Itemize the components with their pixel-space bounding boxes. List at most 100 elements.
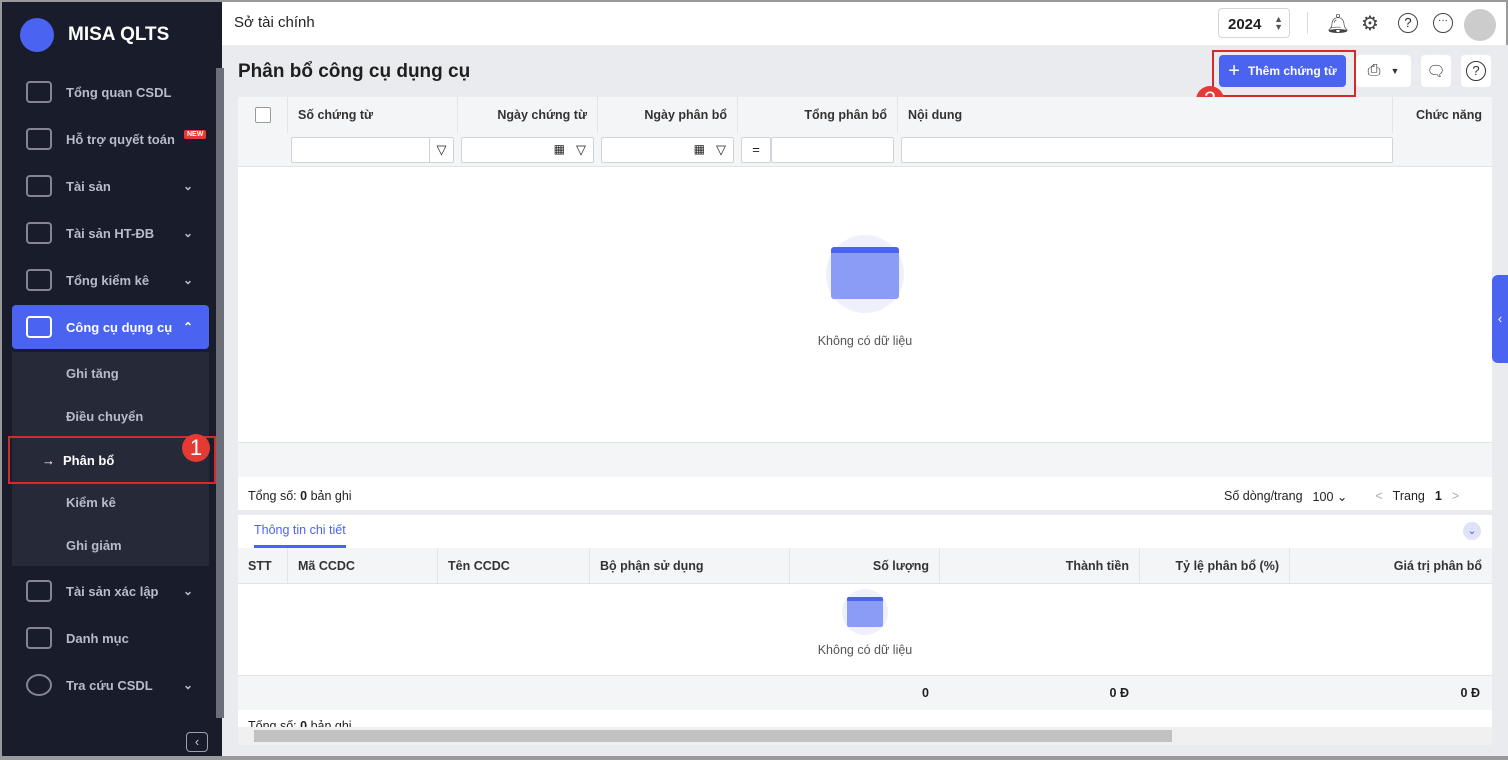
sidebar-item-overview[interactable]: Tổng quan CSDL: [12, 70, 209, 114]
house-car-icon: [26, 175, 52, 197]
next-page-icon[interactable]: >: [1452, 489, 1459, 504]
submenu-item-transfer[interactable]: Điều chuyển: [12, 395, 209, 438]
select-all-checkbox[interactable]: [254, 107, 271, 123]
sidebar-item-infrastructure[interactable]: Tài sản HT-ĐB ⌄: [12, 211, 209, 255]
label: Tổng số:: [248, 489, 297, 503]
submenu-item-check[interactable]: Kiểm kê: [12, 481, 209, 524]
logo-icon: [20, 18, 54, 52]
detail-summary-row: 0 0 Đ 0 Đ: [238, 675, 1492, 710]
divider: [1307, 12, 1308, 34]
empty-folder-icon: [826, 235, 904, 313]
list-icon: [26, 627, 52, 649]
paint-roller-icon: [26, 316, 52, 338]
col-voucher-date[interactable]: Ngày chứng từ: [458, 97, 598, 133]
tab-detail[interactable]: Thông tin chi tiết: [254, 523, 346, 548]
more-icon[interactable]: ···: [1433, 13, 1453, 33]
empty-message: Không có dữ liệu: [817, 334, 913, 348]
operator-select[interactable]: =: [741, 137, 771, 163]
page-number[interactable]: 1: [1435, 489, 1442, 504]
feedback-button[interactable]: 🗨︎: [1421, 55, 1451, 87]
label: Công cụ dụng cụ: [66, 319, 173, 335]
collapse-detail-icon[interactable]: ⌄: [1463, 522, 1481, 540]
app-name: MISA QLTS: [68, 24, 170, 45]
sidebar-item-catalog[interactable]: Danh mục: [12, 616, 209, 660]
calendar-icon[interactable]: ▦: [694, 142, 705, 156]
col-voucher-no[interactable]: Số chứng từ: [288, 97, 458, 133]
sidebar-item-lookup[interactable]: Tra cứu CSDL ⌄: [12, 663, 209, 707]
col-rate: Tỷ lệ phân bổ (%): [1140, 548, 1290, 584]
organization-name: Sở tài chính: [234, 14, 315, 31]
chevron-up-icon: ⌃: [182, 320, 193, 334]
empty-message: Không có dữ liệu: [817, 643, 913, 657]
top-header: Sở tài chính 2024 ▲ ▼ 🔔︎ ⚙ ? ···: [222, 0, 1508, 45]
page-help-button[interactable]: ?: [1461, 55, 1491, 87]
filter-icon[interactable]: ▽: [569, 138, 593, 162]
sidebar: MISA QLTS Tổng quan CSDL Hỗ trợ quyết to…: [0, 0, 224, 760]
calendar-icon[interactable]: ▦: [554, 142, 565, 156]
table-header: Số chứng từ Ngày chứng từ Ngày phân bổ T…: [238, 97, 1492, 167]
sidebar-item-settlement[interactable]: Hỗ trợ quyết toán: [12, 117, 209, 161]
filter-icon[interactable]: ▽: [429, 138, 453, 162]
arrow-right-icon: →: [42, 452, 55, 468]
add-voucher-button[interactable]: + Thêm chứng từ: [1219, 55, 1346, 87]
sidebar-item-tools[interactable]: Công cụ dụng cụ ⌃: [12, 305, 209, 349]
total-allocation-filter-input[interactable]: [771, 137, 894, 163]
submenu-item-increase[interactable]: Ghi tăng: [12, 352, 209, 395]
col-allocation-date[interactable]: Ngày phân bổ: [598, 97, 738, 133]
count: 0: [300, 489, 308, 503]
annotation-1: 1: [182, 434, 210, 462]
voucher-no-filter-input[interactable]: ▽: [291, 137, 454, 163]
collapse-sidebar-button[interactable]: ‹: [186, 732, 208, 752]
document-check-icon: [26, 269, 52, 291]
road-icon: [26, 222, 52, 244]
plus-icon: +: [1228, 59, 1240, 82]
sidebar-item-inventory[interactable]: Tổng kiểm kê ⌄: [12, 258, 209, 302]
help-icon[interactable]: ?: [1398, 13, 1418, 33]
col-total-allocation[interactable]: Tổng phân bổ: [738, 97, 898, 133]
house-car-icon: [26, 580, 52, 602]
bell-icon[interactable]: 🔔︎: [1326, 12, 1350, 36]
sidebar-scrollbar[interactable]: [216, 68, 224, 718]
rows-label: Số dòng/trang: [1224, 489, 1303, 503]
sidebar-item-assets[interactable]: Tài sản ⌄: [12, 164, 209, 208]
new-badge: NEW: [184, 130, 207, 139]
total-records: Tổng số: 0 bản ghi: [248, 489, 352, 503]
print-button[interactable]: ⎙ ▼: [1356, 55, 1411, 87]
sidebar-item-established[interactable]: Tài sản xác lập ⌄: [12, 569, 209, 613]
label: Hỗ trợ quyết toán: [66, 131, 175, 147]
col-tool-code: Mã CCDC: [288, 548, 438, 584]
col-amount: Thành tiền: [940, 548, 1140, 584]
total-quantity: 0: [922, 686, 929, 700]
scrollbar-thumb[interactable]: [254, 730, 1172, 742]
content-filter-input[interactable]: [901, 137, 1393, 163]
label: Phân bổ: [63, 452, 115, 468]
col-allocated-value: Giá trị phân bổ: [1393, 559, 1482, 573]
help-icon: ?: [1466, 61, 1486, 81]
col-stt: STT: [238, 548, 288, 584]
col-department: Bộ phận sử dụng: [590, 548, 790, 584]
rows-per-page-select[interactable]: 100 ⌄: [1313, 489, 1348, 504]
col-content[interactable]: Nội dung: [898, 97, 1393, 133]
chevron-down-icon: ⌄: [182, 273, 193, 287]
empty-folder-icon: [842, 589, 888, 635]
year-stepper[interactable]: 2024 ▲ ▼: [1218, 8, 1290, 38]
chat-icon: 🗨︎: [1426, 63, 1446, 80]
gear-icon[interactable]: ⚙: [1361, 11, 1379, 36]
window-border: [0, 756, 1508, 760]
total-amount: 0 Đ: [1109, 686, 1129, 700]
clipboard-icon: [26, 128, 52, 150]
caret-down-icon: ▼: [1390, 66, 1400, 76]
side-panel-toggle[interactable]: ‹: [1492, 275, 1508, 363]
chevron-down-icon: ⌄: [182, 226, 193, 240]
horizontal-scrollbar[interactable]: [238, 727, 1492, 745]
voucher-date-filter-input[interactable]: ▦ ▽: [461, 137, 594, 163]
submenu-item-decrease[interactable]: Ghi giảm: [12, 524, 209, 567]
col-tool-name: Tên CCDC: [438, 548, 590, 584]
monitor-icon: [26, 81, 52, 103]
allocation-date-filter-input[interactable]: ▦ ▽: [601, 137, 734, 163]
label: Thêm chứng từ: [1247, 64, 1337, 78]
prev-page-icon[interactable]: <: [1375, 489, 1382, 504]
col-actions: Chức năng: [1416, 108, 1482, 122]
avatar[interactable]: [1464, 9, 1496, 41]
filter-icon[interactable]: ▽: [709, 138, 733, 162]
